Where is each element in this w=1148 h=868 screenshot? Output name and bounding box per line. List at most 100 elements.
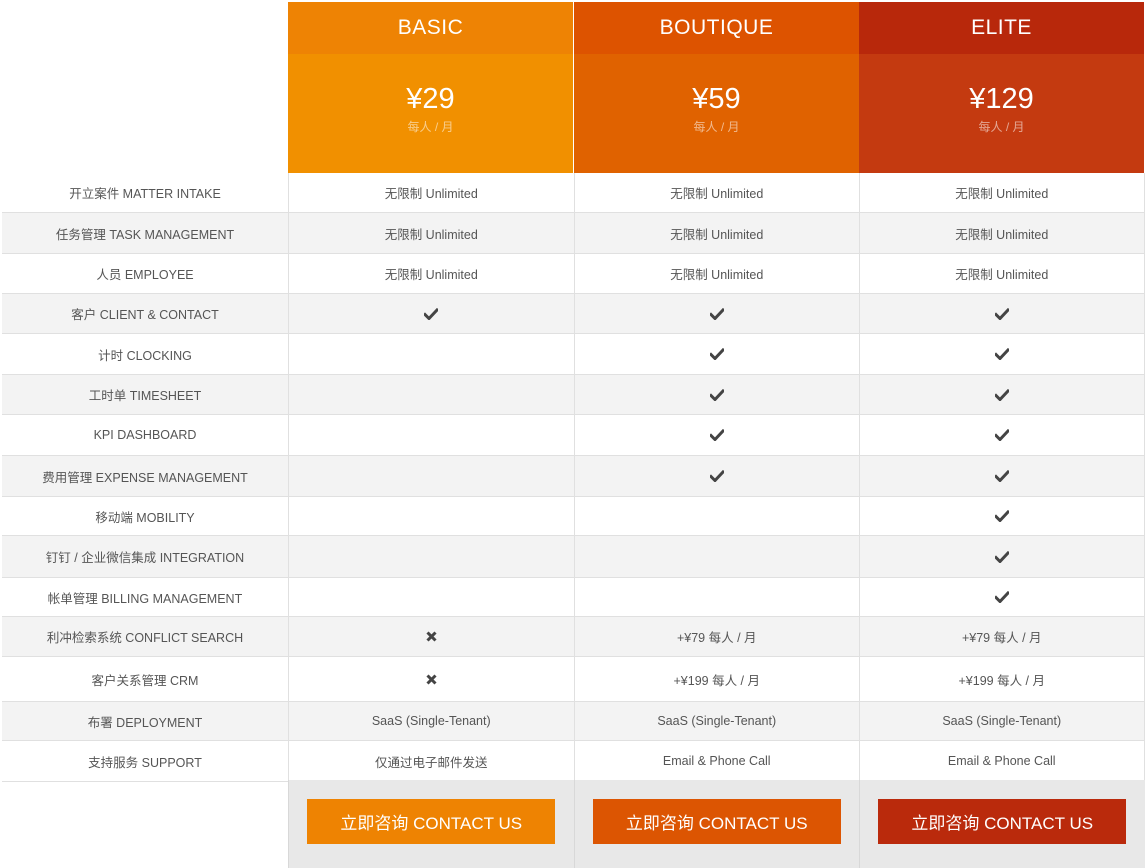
footer-cell: 立即咨询 CONTACT US — [859, 780, 1145, 868]
feature-row: 人员 EMPLOYEE 无限制 Unlimited 无限制 Unlimited 无限制… — [2, 254, 1145, 294]
plan-name: BOUTIQUE — [574, 2, 859, 54]
feature-value: 无限制 Unlimited — [859, 254, 1145, 293]
feature-value: SaaS (Single-Tenant) — [859, 702, 1145, 740]
feature-value: +¥199 每人 / 月 — [859, 657, 1145, 701]
feature-row: 客户关系管理 CRM +¥199 每人 / 月 +¥199 每人 / 月 — [2, 657, 1145, 702]
feature-value — [288, 456, 574, 496]
feature-value — [859, 456, 1145, 496]
check-icon — [994, 388, 1009, 401]
feature-value — [573, 578, 860, 616]
check-icon — [994, 470, 1009, 482]
feature-value — [573, 294, 860, 333]
plan-price-unit: 每人 / 月 — [407, 120, 454, 134]
feature-value: 无限制 Unlimited — [859, 173, 1145, 212]
feature-label: KPI DASHBOARD — [93, 428, 197, 442]
feature-row: 支持服务 SUPPORT 仅通过电子邮件发送 Email & Phone Call E… — [2, 741, 1145, 782]
feature-label: 任务管理 TASK MANAGEMENT — [55, 227, 235, 242]
feature-label: 支持服务 SUPPORT — [88, 755, 202, 770]
feature-label: 计时 CLOCKING — [98, 348, 192, 363]
plan-header-boutique: BOUTIQUE ¥59 每人 / 月 — [574, 2, 859, 173]
footer-cell: 立即咨询 CONTACT US — [573, 780, 859, 868]
plan-header-basic: BASIC ¥29 每人 / 月 — [288, 2, 573, 173]
feature-value — [573, 334, 860, 374]
feature-label: 客户 CLIENT & CONTACT — [71, 308, 219, 322]
feature-value: 无限制 Unlimited — [288, 213, 574, 253]
check-icon — [994, 510, 1009, 522]
cross-icon — [426, 673, 437, 685]
feature-row: 计时 CLOCKING — [2, 334, 1145, 375]
feature-value: 仅通过电子邮件发送 — [288, 741, 574, 781]
feature-value — [288, 617, 574, 656]
feature-value: +¥199 每人 / 月 — [573, 657, 860, 701]
feature-value — [573, 415, 860, 455]
plan-price: ¥129 — [969, 83, 1034, 115]
feature-value — [288, 536, 574, 577]
feature-value — [288, 497, 574, 535]
feature-value: Email & Phone Call — [573, 741, 860, 781]
check-icon — [994, 550, 1009, 563]
feature-label: 利冲检索系统 CONFLICT SEARCH — [46, 631, 244, 645]
check-icon — [709, 429, 724, 441]
feature-value: +¥79 每人 / 月 — [573, 617, 860, 656]
feature-row: 帐单管理 BILLING MANAGEMENT — [2, 578, 1145, 617]
feature-label: 工时单 TIMESHEET — [88, 389, 202, 403]
check-icon — [994, 591, 1009, 603]
feature-value: +¥79 每人 / 月 — [859, 617, 1145, 656]
plan-header-elite: ELITE ¥129 每人 / 月 — [859, 2, 1144, 173]
feature-row: 移动端 MOBILITY — [2, 497, 1145, 536]
feature-value — [288, 334, 574, 374]
feature-value — [288, 578, 574, 616]
plan-name: BASIC — [288, 2, 573, 54]
feature-label: 人员 EMPLOYEE — [96, 268, 194, 282]
contact-us-button-boutique[interactable]: 立即咨询 CONTACT US — [592, 799, 841, 844]
check-icon — [994, 307, 1009, 320]
feature-value — [288, 415, 574, 455]
feature-row: KPI DASHBOARD — [2, 415, 1145, 456]
feature-row: 钉钉 / 企业微信集成 INTEGRATION — [2, 536, 1145, 578]
feature-value — [573, 456, 860, 496]
feature-value: 无限制 Unlimited — [573, 173, 860, 212]
feature-value: 无限制 Unlimited — [288, 254, 574, 293]
feature-row: 开立案件 MATTER INTAKE 无限制 Unlimited 无限制 Unlim… — [2, 173, 1145, 213]
feature-value: SaaS (Single-Tenant) — [288, 702, 574, 740]
plan-price-unit: 每人 / 月 — [693, 120, 740, 134]
plan-name: ELITE — [859, 2, 1144, 54]
feature-value — [859, 497, 1145, 535]
footer-cell: 立即咨询 CONTACT US — [288, 780, 574, 868]
feature-value — [859, 415, 1145, 455]
feature-row: 利冲检索系统 CONFLICT SEARCH +¥79 每人 / 月 +¥79 每人… — [2, 617, 1145, 657]
plan-price: ¥59 — [692, 83, 741, 115]
feature-label: 费用管理 EXPENSE MANAGEMENT — [42, 470, 248, 485]
feature-value — [288, 294, 574, 333]
feature-row: 工时单 TIMESHEET — [2, 375, 1145, 415]
feature-label: 客户关系管理 CRM — [91, 673, 199, 688]
contact-us-button-elite[interactable]: 立即咨询 CONTACT US — [878, 799, 1127, 844]
feature-value: SaaS (Single-Tenant) — [573, 702, 860, 740]
check-icon — [709, 388, 724, 401]
feature-value: 无限制 Unlimited — [288, 173, 574, 212]
feature-comparison-table: 开立案件 MATTER INTAKE 无限制 Unlimited 无限制 Unlim… — [2, 173, 1145, 782]
plan-price-unit: 每人 / 月 — [978, 120, 1025, 134]
feature-value: 无限制 Unlimited — [859, 213, 1145, 253]
feature-value — [859, 375, 1145, 414]
feature-label: 帐单管理 BILLING MANAGEMENT — [47, 591, 243, 606]
feature-value — [573, 497, 860, 535]
feature-row: 客户 CLIENT & CONTACT — [2, 294, 1145, 334]
feature-value — [288, 657, 574, 701]
contact-us-button-basic[interactable]: 立即咨询 CONTACT US — [307, 799, 556, 844]
feature-label: 移动端 MOBILITY — [95, 510, 195, 525]
feature-value — [859, 578, 1145, 616]
plan-price-box: ¥29 每人 / 月 — [288, 54, 573, 173]
feature-value — [859, 536, 1145, 577]
feature-label: 开立案件 MATTER INTAKE — [69, 187, 221, 201]
check-icon — [709, 348, 724, 360]
feature-row: 任务管理 TASK MANAGEMENT 无限制 Unlimited 无限制 Unl… — [2, 213, 1145, 254]
feature-value — [859, 294, 1145, 333]
cross-icon — [426, 631, 437, 642]
plan-price-box: ¥59 每人 / 月 — [574, 54, 859, 173]
check-icon — [994, 348, 1009, 360]
check-icon — [709, 470, 724, 482]
feature-value — [288, 375, 574, 414]
feature-value — [573, 375, 860, 414]
check-icon — [424, 307, 439, 320]
